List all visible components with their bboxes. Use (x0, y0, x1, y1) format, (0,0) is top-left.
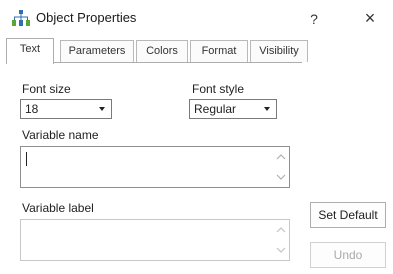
window-title: Object Properties (36, 10, 137, 25)
font-style-label: Font style (192, 82, 245, 96)
scroll-up-icon[interactable] (276, 226, 286, 234)
help-button[interactable]: ? (303, 9, 325, 29)
close-button[interactable]: × (358, 7, 382, 29)
variable-name-label: Variable name (22, 128, 99, 142)
font-style-select[interactable]: Regular (189, 99, 277, 119)
tab-format[interactable]: Format (190, 40, 248, 62)
variable-label-input[interactable] (20, 219, 290, 261)
undo-button[interactable]: Undo (310, 242, 386, 268)
font-style-value: Regular (194, 102, 237, 116)
scroll-up-icon[interactable] (276, 153, 286, 161)
app-icon (12, 10, 30, 26)
tab-colors[interactable]: Colors (136, 40, 188, 62)
font-size-select[interactable]: 18 (20, 99, 112, 119)
tab-text[interactable]: Text (6, 38, 54, 64)
variable-label-label: Variable label (22, 201, 94, 215)
tab-visibility[interactable]: Visibility (250, 40, 308, 62)
text-caret (26, 152, 27, 166)
chevron-down-icon (96, 103, 108, 115)
variable-name-input[interactable] (20, 146, 290, 188)
object-properties-dialog: Object Properties ? × Text Parameters Co… (0, 0, 393, 274)
font-size-value: 18 (25, 102, 39, 116)
font-size-label: Font size (22, 82, 71, 96)
tab-parameters[interactable]: Parameters (60, 40, 134, 62)
set-default-button[interactable]: Set Default (310, 202, 386, 228)
title-bar: Object Properties ? × (0, 0, 393, 36)
scroll-down-icon[interactable] (276, 173, 286, 181)
scroll-down-icon[interactable] (276, 246, 286, 254)
chevron-down-icon (261, 103, 273, 115)
